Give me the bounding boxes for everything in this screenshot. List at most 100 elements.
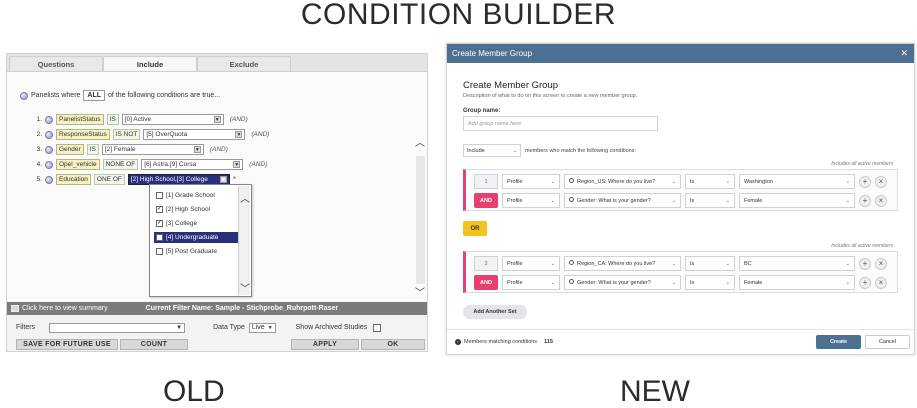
operator-select[interactable]: Is ⌄ [685, 256, 735, 271]
or-button[interactable]: OR [463, 221, 487, 236]
remove-icon[interactable]: × [875, 257, 887, 270]
type-select[interactable]: Profile ⌄ [502, 275, 560, 290]
condition-operator[interactable]: IS NOT [112, 129, 141, 140]
bullet-icon[interactable] [45, 175, 53, 184]
type-select[interactable]: Profile ⌄ [502, 174, 560, 189]
tab-exclude[interactable]: Exclude [197, 56, 291, 71]
condition-field[interactable]: Gender [56, 144, 84, 155]
question-select[interactable]: Region_CA: Where do you live? ⌄ [564, 256, 681, 271]
checkbox[interactable] [156, 192, 163, 199]
save-for-future-use-button[interactable]: SAVE FOR FUTURE USE [16, 339, 118, 350]
chevron-down-icon[interactable]: ﹀ [240, 280, 250, 295]
type-select[interactable]: Profile ⌄ [502, 256, 560, 271]
checkbox[interactable] [156, 248, 163, 255]
question-select[interactable]: Region_US: Where do you live? ⌄ [564, 174, 681, 189]
and-button[interactable]: AND [474, 193, 498, 208]
operator-select[interactable]: Is ⌄ [685, 174, 735, 189]
dropdown-option[interactable]: ✓ [3] College [154, 218, 239, 229]
dropdown-option[interactable]: [4] Undergraduate [154, 232, 239, 243]
value-select[interactable]: BC ⌄ [739, 256, 855, 271]
create-button[interactable]: Create [816, 335, 861, 349]
chevron-down-icon[interactable]: ﹀ [415, 284, 425, 299]
group-name-input[interactable]: Add group name here [463, 116, 658, 131]
chevron-down-icon: ▼ [193, 146, 201, 153]
value-text: Female [744, 279, 763, 286]
value-select[interactable]: Female ⌄ [739, 275, 855, 290]
add-icon[interactable]: + [859, 276, 871, 289]
condition-number: 2. [36, 131, 42, 138]
remove-icon[interactable]: × [875, 276, 887, 289]
radio-icon [569, 279, 574, 284]
bullet-icon[interactable] [45, 160, 53, 169]
type-select[interactable]: Profile ⌄ [502, 193, 560, 208]
tab-include[interactable]: Include [103, 56, 197, 71]
remove-icon[interactable]: × [875, 194, 887, 207]
chevron-down-icon: ⌄ [512, 148, 517, 154]
dialog-footer: ✓ Members matching conditions 115 Create… [447, 329, 914, 354]
type-value: Profile [507, 197, 523, 204]
condition-operator[interactable]: IS [106, 114, 119, 125]
condition-field[interactable]: Education [56, 174, 91, 185]
condition-value-select[interactable]: [6] Astra,[9] Corsa ▼ [141, 159, 244, 170]
condition-value-select[interactable]: [0] Active ▼ [121, 114, 224, 125]
and-button[interactable]: AND [474, 275, 498, 290]
checkbox[interactable] [156, 234, 163, 241]
value-select[interactable]: Female ⌄ [739, 193, 855, 208]
tab-questions[interactable]: Questions [9, 56, 103, 71]
filters-select[interactable]: ▼ [49, 322, 186, 333]
condition-field[interactable]: PanelistStatus [56, 114, 104, 125]
include-select[interactable]: Include ⌄ [463, 144, 521, 157]
radio-icon [569, 178, 574, 183]
dropdown-option[interactable]: ✓ [2] High School [154, 204, 239, 215]
value-text: BC [744, 260, 752, 267]
data-type-select[interactable]: Live ▼ [248, 322, 276, 333]
remove-icon[interactable]: × [875, 175, 887, 188]
condition-operator[interactable]: IS [86, 144, 99, 155]
view-summary-link[interactable]: Click here to view summary [11, 305, 108, 312]
panelists-line: Panelists where ALL of the following con… [20, 90, 220, 101]
bullet-icon[interactable] [45, 115, 53, 124]
question-select[interactable]: Gender: What is your gender? ⌄ [564, 275, 681, 290]
dropdown-option[interactable]: [5] Post Graduate [154, 246, 239, 257]
add-another-set-button[interactable]: Add Another Set [463, 305, 527, 319]
archived-checkbox[interactable] [373, 323, 382, 332]
bullet-icon[interactable] [45, 130, 53, 139]
data-type-label: Data Type [213, 324, 245, 331]
checkbox[interactable]: ✓ [156, 206, 163, 213]
checkbox[interactable]: ✓ [156, 220, 163, 227]
condition-row: 2. ResponseStatus IS NOT [5] OverQuota ▼ … [32, 129, 269, 140]
conditions-scrollbar[interactable]: ︿ ﹀ [415, 134, 427, 302]
dropdown-scrollbar[interactable]: ︿ ﹀ [238, 186, 250, 295]
condition-field[interactable]: Opel_vehicle [56, 159, 100, 170]
condition-operator[interactable]: ONE OF [93, 174, 125, 185]
count-button[interactable]: COUNT [120, 339, 188, 350]
condition-number: 1. [36, 116, 42, 123]
and-label: (AND) [249, 161, 268, 168]
close-icon[interactable]: ✕ [900, 44, 908, 63]
operator-select[interactable]: Is ⌄ [685, 275, 735, 290]
operator-select[interactable]: Is ⌄ [685, 193, 735, 208]
dropdown-option[interactable]: [1] Grade School [154, 190, 239, 201]
condition-field[interactable]: ResponseStatus [56, 129, 110, 140]
question-select[interactable]: Gender: What is your gender? ⌄ [564, 193, 681, 208]
condition-operator[interactable]: NONE OF [102, 159, 139, 170]
condition-value: [5] OverQuota [146, 131, 188, 138]
chevron-up-icon[interactable]: ︿ [240, 190, 250, 205]
bullet-icon[interactable] [45, 145, 53, 154]
chevron-down-icon: ▼ [233, 161, 241, 168]
old-caption: OLD [163, 375, 225, 408]
ok-button[interactable]: OK [361, 339, 425, 350]
cancel-button[interactable]: Cancel [865, 335, 910, 349]
scrollbar-track[interactable] [416, 156, 425, 284]
chevron-up-icon[interactable]: ︿ [415, 134, 425, 149]
condition-value-select[interactable]: [5] OverQuota ▼ [143, 129, 246, 140]
all-selector[interactable]: ALL [83, 90, 106, 101]
operator-value: Is [690, 178, 695, 185]
value-select[interactable]: Washington ⌄ [739, 174, 855, 189]
apply-button[interactable]: APPLY [291, 339, 359, 350]
add-icon[interactable]: + [859, 194, 871, 207]
option-label: [1] Grade School [166, 192, 215, 199]
condition-value-select[interactable]: [2] Female ▼ [101, 144, 204, 155]
add-icon[interactable]: + [859, 175, 871, 188]
add-icon[interactable]: + [859, 257, 871, 270]
